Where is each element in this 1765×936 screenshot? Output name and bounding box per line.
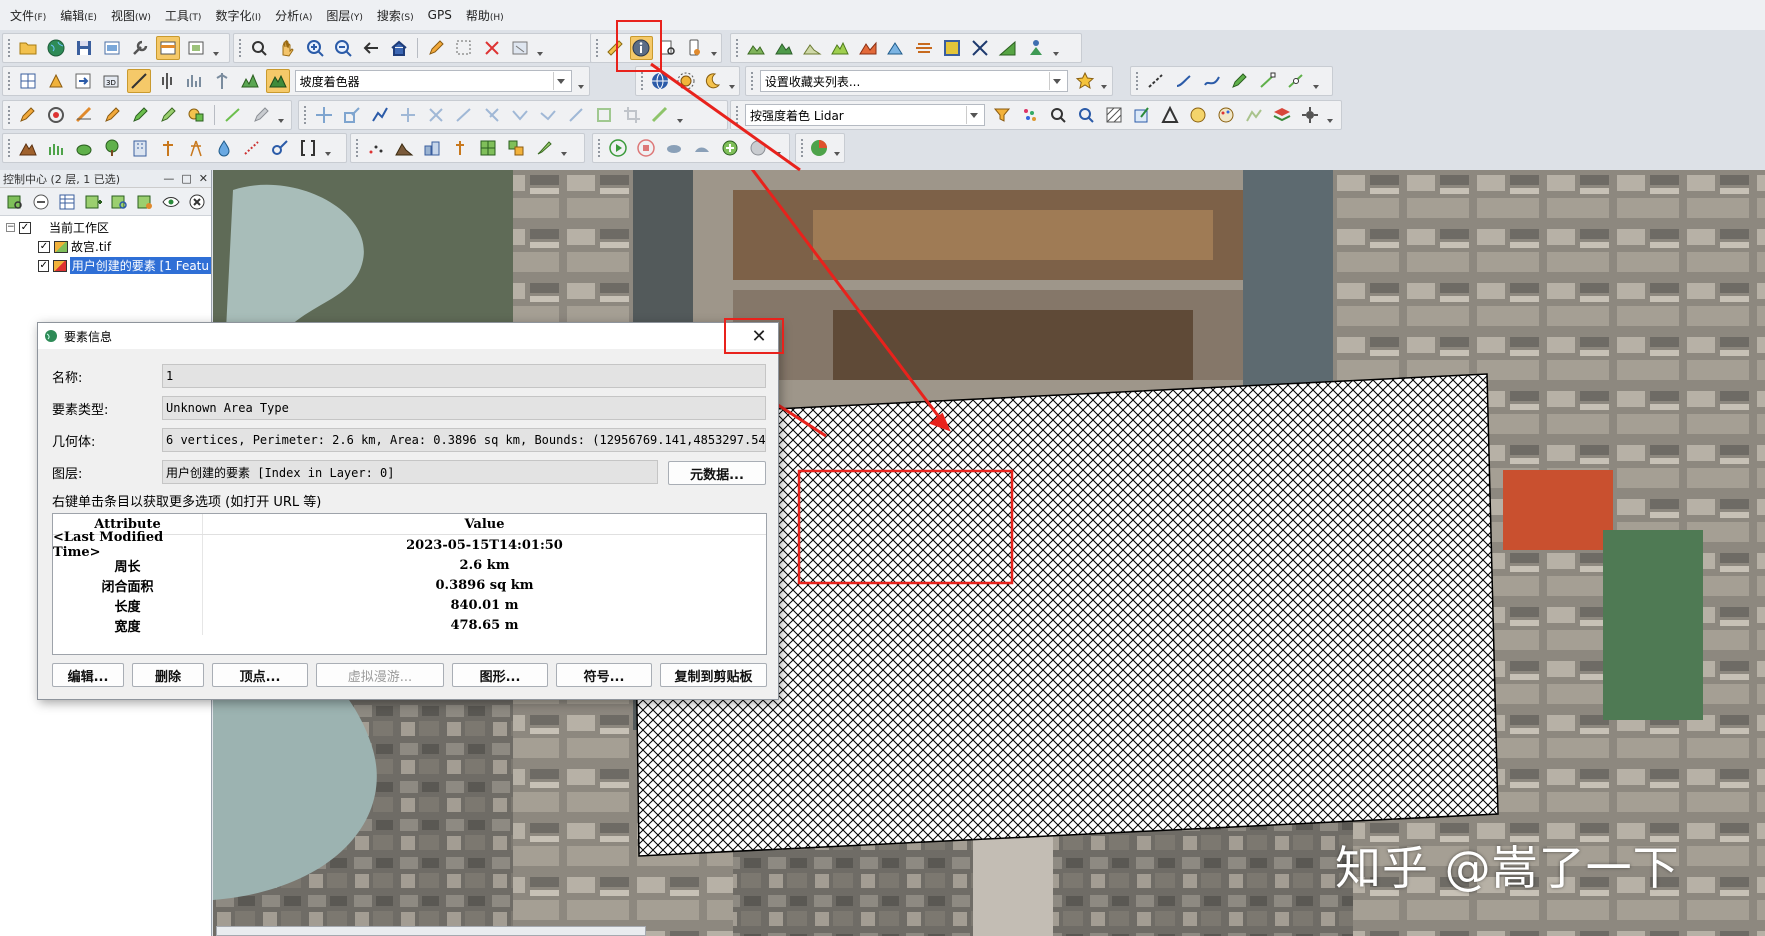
field-type: 要素类型: Unknown Area Type: [52, 395, 766, 421]
attr-name: <Last Modified Time>: [53, 530, 203, 560]
metadata-button[interactable]: 元数据...: [668, 461, 766, 485]
symbol-button[interactable]: 符号...: [556, 663, 652, 687]
field-geometry: 几何体: 6 vertices, Perimeter: 2.6 km, Area…: [52, 427, 766, 453]
watermark: 知乎 @嵩了一下: [1335, 841, 1680, 895]
layer-value[interactable]: 用户创建的要素 [Index in Layer: 0]: [162, 460, 658, 484]
copy-to-clipboard-button[interactable]: 复制到剪贴板: [660, 663, 767, 687]
attr-name: 宽度: [53, 615, 203, 635]
feature-info-dialog: 要素信息 ✕ 名称: 1 要素类型: Unknown Area Type 几何体…: [37, 322, 779, 700]
table-row[interactable]: 长度 840.01 m: [53, 595, 766, 615]
type-label: 要素类型:: [52, 402, 109, 418]
attr-value: 2023-05-15T14:01:50: [406, 537, 563, 553]
app-globe-icon: [45, 330, 57, 342]
attr-value: 478.65 m: [450, 617, 519, 633]
attr-name: 闭合面积: [53, 575, 203, 595]
name-label: 名称:: [52, 370, 83, 386]
table-row[interactable]: <Last Modified Time> 2023-05-15T14:01:50: [53, 530, 766, 560]
attribute-table[interactable]: Attribute Value <Last Modified Time> 202…: [52, 513, 767, 655]
dialog-title-bar: 要素信息 ✕: [38, 323, 778, 349]
table-row[interactable]: 周长 2.6 km: [53, 555, 766, 575]
attr-value: 2.6 km: [459, 557, 510, 573]
name-value[interactable]: 1: [162, 364, 766, 388]
right-click-hint: 右键单击条目以获取更多选项 (如打开 URL 等): [52, 495, 322, 510]
map-scale-bar: [216, 926, 646, 936]
table-row[interactable]: 闭合面积 0.3896 sq km: [53, 575, 766, 595]
dialog-title: 要素信息: [64, 329, 113, 344]
geometry-label: 几何体:: [52, 434, 96, 450]
attr-name: 周长: [53, 555, 203, 575]
table-row[interactable]: 宽度 478.65 m: [53, 615, 766, 635]
virtual-tour-button[interactable]: 虚拟漫游...: [316, 663, 444, 687]
attr-name: 长度: [53, 595, 203, 615]
delete-button[interactable]: 删除: [132, 663, 204, 687]
vertices-button[interactable]: 顶点...: [212, 663, 308, 687]
layer-label: 图层:: [52, 466, 83, 482]
attr-value: 0.3896 sq km: [435, 577, 534, 593]
annotation-box-close: [724, 318, 784, 354]
field-layer: 图层: 用户创建的要素 [Index in Layer: 0]: [52, 459, 658, 485]
header-value[interactable]: Value: [203, 514, 766, 534]
field-name: 名称: 1: [52, 363, 766, 389]
geometry-value[interactable]: 6 vertices, Perimeter: 2.6 km, Area: 0.3…: [162, 428, 766, 452]
type-value[interactable]: Unknown Area Type: [162, 396, 766, 420]
attr-value: 840.01 m: [450, 597, 519, 613]
edit-button[interactable]: 编辑...: [52, 663, 124, 687]
graphics-button[interactable]: 图形...: [452, 663, 548, 687]
